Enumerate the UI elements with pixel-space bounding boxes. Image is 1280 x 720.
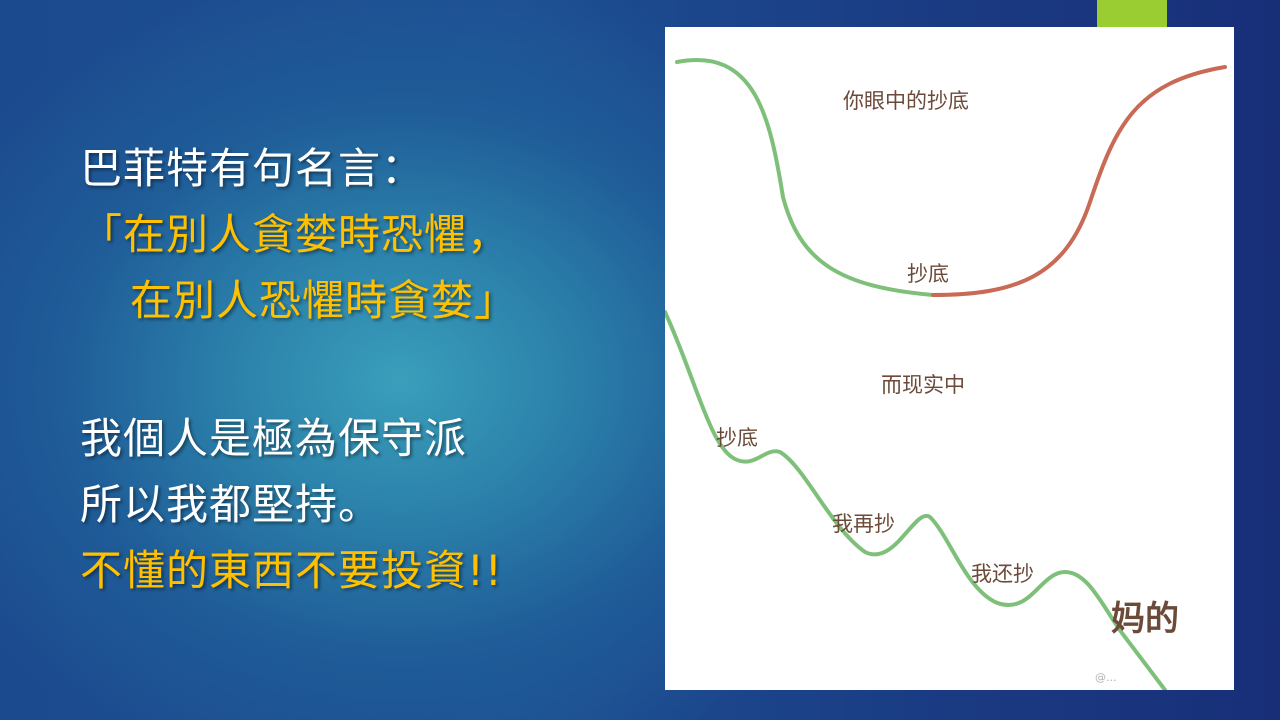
bottom-fishing-meme-image: 你眼中的抄底 抄底 而现实中 抄底 我再抄 我还抄 妈的 @...: [665, 27, 1234, 690]
accent-square: [1097, 0, 1167, 30]
statement-line-3: 不懂的東西不要投資!!: [80, 546, 503, 595]
statement-line-2: 所以我都堅持。: [80, 480, 382, 529]
reality-label-2: 我再抄: [832, 512, 895, 536]
watermark-text: @...: [1095, 671, 1117, 684]
middle-caption: 而现实中: [881, 373, 965, 397]
quote-text-block: 巴菲特有句名言： 「在別人貪婪時恐懼， 在別人恐懼時貪婪」 我個人是極為保守派 …: [80, 136, 660, 604]
meme-illustration: 你眼中的抄底 抄底 而现实中 抄底 我再抄 我还抄 妈的 @...: [665, 58, 1227, 690]
statement-line-1: 我個人是極為保守派: [80, 414, 468, 463]
reality-curve: [665, 310, 1167, 690]
expectation-curve-red: [931, 65, 1227, 297]
reality-label-4: 妈的: [1111, 599, 1179, 639]
quote-line-2: 在別人恐懼時貪婪」: [130, 276, 518, 325]
quote-intro-line: 巴菲特有句名言：: [80, 144, 425, 193]
quote-line-1: 「在別人貪婪時恐懼，: [80, 210, 511, 259]
top-bottom-label: 抄底: [907, 262, 949, 286]
slide: 巴菲特有句名言： 「在別人貪婪時恐懼， 在別人恐懼時貪婪」 我個人是極為保守派 …: [0, 0, 1280, 720]
reality-label-3: 我还抄: [971, 562, 1034, 586]
reality-label-1: 抄底: [716, 426, 758, 450]
top-caption: 你眼中的抄底: [843, 89, 969, 113]
